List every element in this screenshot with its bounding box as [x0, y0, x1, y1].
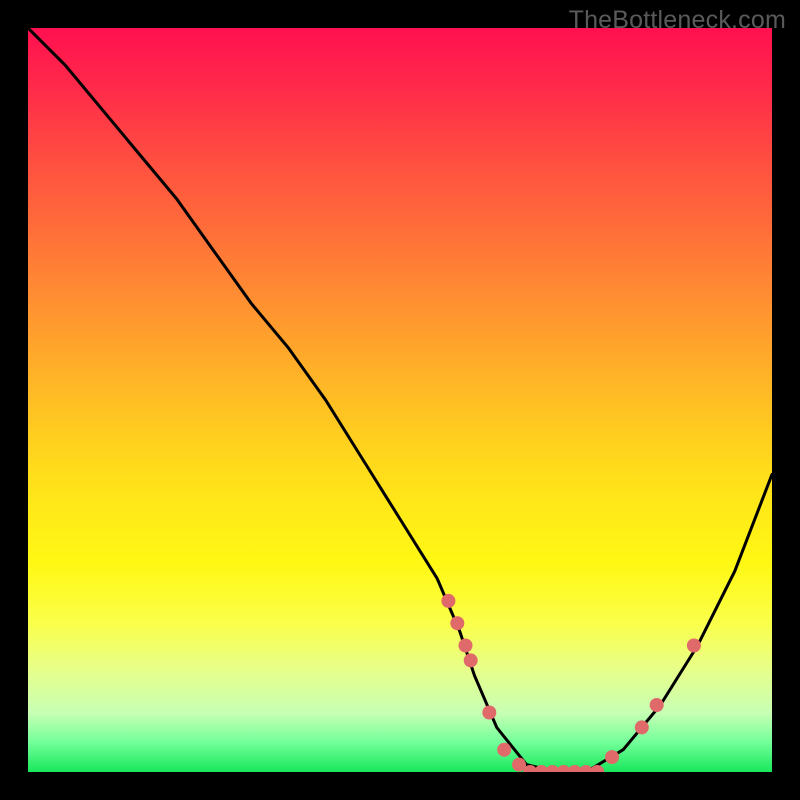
gpu-point — [687, 639, 701, 653]
gpu-point — [450, 616, 464, 630]
gpu-point — [497, 743, 511, 757]
gpu-point — [650, 698, 664, 712]
gpu-point — [464, 653, 478, 667]
plot-area — [28, 28, 772, 772]
gpu-point — [459, 639, 473, 653]
bottleneck-curve — [28, 28, 772, 772]
gpu-point — [441, 594, 455, 608]
marker-group — [441, 594, 701, 772]
watermark-text: TheBottleneck.com — [569, 6, 786, 35]
chart-svg — [28, 28, 772, 772]
gpu-point — [605, 750, 619, 764]
gpu-point — [635, 720, 649, 734]
gpu-point — [590, 765, 604, 772]
gpu-point — [482, 706, 496, 720]
